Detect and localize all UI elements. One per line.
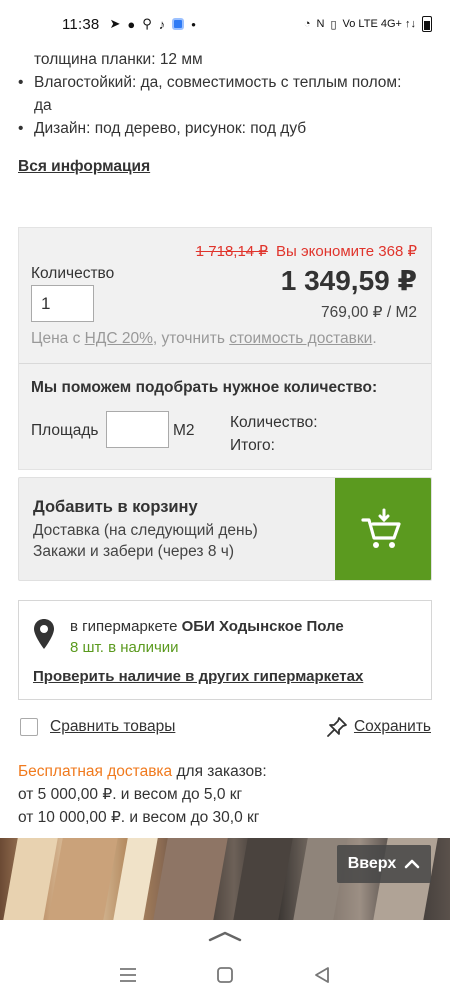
quantity-label: Количество [31,265,115,282]
search-notification-icon: ⚲ [142,16,152,31]
save-button[interactable]: Сохранить [326,716,431,738]
notification-icons: ➤ ● ⚲ ♪ • [109,16,195,32]
store-prefix: в гипермаркете [70,618,182,635]
vat-middle: , уточнить [152,330,230,347]
delivery-option: Доставка (на следующий день) [33,522,258,539]
add-to-cart-title: Добавить в корзину [33,498,198,516]
store-name: ОБИ Ходынское Поле [181,618,344,635]
system-indicators: ◔ N ▯ Vo LTE 4G+ ↑↓ [304,16,432,32]
scroll-top-button[interactable]: Вверх [337,845,431,883]
wood-plank [231,838,294,920]
scroll-top-label: Вверх [347,855,397,872]
chevron-up-icon [404,859,420,869]
economy-text: Вы экономите 368 ₽ [276,243,417,260]
cart-add-icon [361,508,401,548]
quantity-input[interactable] [31,285,94,322]
store-name-line: в гипермаркете ОБИ Ходынское Поле [70,618,344,635]
save-label: Сохранить [353,718,431,735]
chat-bubble-icon: ● [127,16,136,32]
vibrate-icon: ▯ [330,18,337,31]
vat-suffix: . [372,330,377,347]
free-delivery-link[interactable]: Бесплатная доставка [18,763,172,780]
nfc-icon: N [316,18,325,30]
spec-item: да [34,97,52,114]
pickup-option: Закажи и забери (через 8 ч) [33,543,234,560]
divider [19,363,431,364]
delivery-info: Бесплатная доставка для заказов: от 5 00… [18,760,267,829]
app-notification-icon [172,18,185,30]
check-other-stores-link[interactable]: Проверить наличие в других гипермаркетах [33,668,363,685]
vat-prefix: Цена с [31,330,85,347]
old-price: 1 718,14 ₽ [195,243,268,260]
wood-plank [111,838,159,920]
spec-item: Дизайн: под дерево, рисунок: под дуб [18,117,438,140]
alarm-icon: ◔ [303,18,311,30]
status-time: 11:38 [62,15,100,33]
more-dot-icon: • [191,16,196,32]
calc-total-label: Итого: [230,437,275,454]
unit-price: 769,00 ₽ / М2 [320,304,417,321]
calc-count-label: Количество: [230,414,318,431]
battery-icon [422,16,432,32]
spec-item: Влагостойкий: да, совместимость с теплым… [18,71,438,94]
calculator-title: Мы поможем подобрать нужное количество: [31,379,378,396]
area-label: Площадь [31,422,99,439]
menu-nav-icon[interactable] [113,960,143,990]
compare-toggle[interactable]: Сравнить товары [20,718,175,736]
spec-item: толщина планки: 12 мм [34,51,203,68]
spec-list: толщина планки: 12 мм Влагостойкий: да, … [18,48,438,140]
add-to-cart-panel[interactable]: Добавить в корзину Доставка (на следующи… [18,477,432,581]
store-availability: в гипермаркете ОБИ Ходынское Поле 8 шт. … [18,600,432,700]
telegram-icon: ➤ [109,16,121,31]
system-nav-bar [0,950,450,1000]
pin-icon [327,717,347,737]
vat-link[interactable]: НДС 20% [85,330,153,347]
all-info-link[interactable]: Вся информация [18,158,150,176]
vat-note: Цена с НДС 20%, уточнить стоимость доста… [31,330,377,348]
delivery-line-1-rest: для заказов: [172,763,267,780]
delivery-line-2: от 5 000,00 ₽. и весом до 5,0 кг [18,786,243,803]
home-nav-icon[interactable] [210,960,240,990]
status-bar: 11:38 ➤ ● ⚲ ♪ • ◔ N ▯ Vo LTE 4G+ ↑↓ [0,0,450,48]
location-pin-icon [34,619,54,649]
area-unit: М2 [173,422,195,439]
delivery-cost-link[interactable]: стоимость доставки [229,330,372,347]
tiktok-icon: ♪ [158,16,166,32]
compare-label[interactable]: Сравнить товары [50,718,175,736]
compare-checkbox[interactable] [20,718,38,736]
network-text: Vo LTE 4G+ ↑↓ [342,18,416,30]
economy-line: 1 718,14 ₽ Вы экономите 368 ₽ [196,242,417,260]
delivery-line-1: Бесплатная доставка для заказов: [18,760,267,783]
area-input[interactable] [106,411,169,448]
expand-handle-icon[interactable] [208,930,242,942]
wood-plank [151,838,229,920]
wood-plank [46,838,119,920]
delivery-line-3: от 10 000,00 ₽. и весом до 30,0 кг [18,809,260,826]
current-price: 1 349,59 ₽ [280,265,417,296]
price-box: 1 718,14 ₽ Вы экономите 368 ₽ Количество… [18,227,432,470]
stock-status: 8 шт. в наличии [70,639,179,656]
add-to-cart-button[interactable] [335,478,431,580]
back-nav-icon[interactable] [307,960,337,990]
